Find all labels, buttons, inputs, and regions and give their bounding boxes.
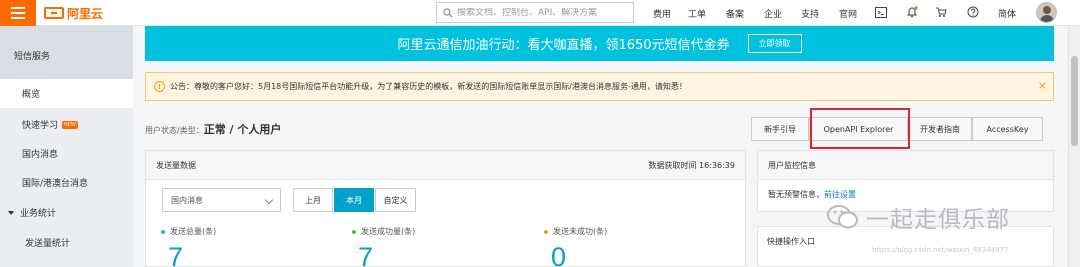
- sidebar-item-label: 国际/港澳台消息: [22, 179, 89, 189]
- bell-icon[interactable]: [905, 5, 919, 19]
- quick-actions-title: 快捷操作入口: [767, 237, 815, 246]
- sidebar-item-overview[interactable]: 概览: [0, 79, 133, 108]
- period-last-month[interactable]: 上月: [293, 188, 333, 212]
- panel-title: 用户监控信息: [768, 160, 816, 170]
- period-this-month[interactable]: 本月: [334, 188, 374, 212]
- user-status: 用户状态/类型：正常 / 个人用户: [145, 121, 281, 137]
- watermark-text: 一起走俱乐部: [866, 207, 1010, 233]
- search-icon: [443, 7, 453, 17]
- top-bar: 阿里云 费用 工单 备案 企业 支持 官网 简体: [0, 0, 1080, 26]
- search-box[interactable]: [436, 2, 634, 23]
- sidebar-item-label: 快速学习: [22, 121, 59, 131]
- sidebar-item-label: 国内消息: [22, 150, 59, 160]
- sidebar-group-statistics[interactable]: 业务统计: [0, 198, 133, 227]
- stat-failed-label: 发送未成功(条): [544, 226, 607, 237]
- dot-icon: [544, 229, 548, 234]
- fetch-time: 数据获取时间 16:36:39: [648, 160, 735, 170]
- terminal-icon[interactable]: [874, 5, 888, 19]
- chevron-down-icon: [264, 195, 274, 205]
- claim-button[interactable]: 立即领取: [747, 34, 802, 53]
- sidebar-title: 短信服务: [0, 26, 133, 79]
- banner-text: 阿里云通信加油行动：看大咖直播，领1650元短信代金券: [397, 38, 730, 53]
- period-custom[interactable]: 自定义: [375, 188, 416, 212]
- sidebar: 短信服务 概览 快速学习 NEW 国内消息 国际/港澳台消息 业务统计 发送量统计: [0, 26, 133, 267]
- select-value: 国内消息: [171, 195, 203, 205]
- search-input[interactable]: [457, 7, 627, 18]
- status-value: 正常 / 个人用户: [203, 123, 282, 136]
- cart-icon[interactable]: [934, 5, 948, 19]
- close-icon[interactable]: ×: [1038, 79, 1047, 92]
- stat-label-text: 发送总量(条): [170, 227, 217, 236]
- monitor-message: 暂无预警信息，: [768, 190, 824, 199]
- tab-developer-guide[interactable]: 开发者指南: [908, 117, 972, 141]
- status-label: 用户状态/类型：: [145, 126, 204, 135]
- logo-text: 阿里云: [67, 6, 104, 21]
- stat-total-value: 7: [168, 242, 184, 267]
- nav-enterprise[interactable]: 企业: [764, 7, 782, 20]
- watermark-url: https://blog.csdn.net/weixin_48344977: [872, 246, 1009, 254]
- monitor-text: 暂无预警信息，前往设置: [768, 189, 856, 200]
- stat-label-text: 发送未成功(条): [553, 227, 608, 236]
- settings-link[interactable]: 前往设置: [824, 190, 856, 199]
- nav-support[interactable]: 支持: [801, 7, 819, 20]
- sidebar-item-domestic[interactable]: 国内消息: [0, 139, 133, 168]
- notice-text: 公告：尊敬的客户您好：5月18号国际短信平台功能升级，为了兼容历史的模板，新发送…: [170, 82, 687, 91]
- sidebar-item-international[interactable]: 国际/港澳台消息: [0, 168, 133, 197]
- sidebar-item-quickstart[interactable]: 快速学习 NEW: [0, 110, 133, 139]
- aliyun-logo[interactable]: 阿里云: [44, 5, 103, 21]
- nav-billing[interactable]: 费用: [653, 7, 671, 20]
- panel-title: 发送量数据: [156, 160, 196, 170]
- stat-failed-value: 0: [551, 242, 567, 267]
- sidebar-item-label: 发送量统计: [25, 239, 71, 249]
- nav-website[interactable]: 官网: [839, 7, 857, 20]
- stat-success-value: 7: [358, 242, 374, 267]
- nav-icp[interactable]: 备案: [726, 7, 744, 20]
- sidebar-group-label: 业务统计: [20, 209, 57, 219]
- stat-success-label: 发送成功量(条): [352, 226, 415, 237]
- stat-total-label: 发送总量(条): [161, 226, 216, 237]
- tab-accesskey[interactable]: AccessKey: [972, 117, 1043, 141]
- tab-beginner-guide[interactable]: 新手引导: [751, 117, 809, 141]
- avatar[interactable]: [1036, 2, 1057, 23]
- promo-banner[interactable]: 阿里云通信加油行动：看大咖直播，领1650元短信代金券 立即领取: [145, 26, 1054, 61]
- watermark: 一起走俱乐部: [826, 200, 1010, 234]
- scrollbar-thumb[interactable]: [1071, 56, 1078, 146]
- sidebar-item-label: 概览: [22, 90, 41, 100]
- scrollbar[interactable]: [1068, 26, 1080, 267]
- sidebar-item-send-stats[interactable]: 发送量统计: [0, 228, 133, 257]
- new-badge: NEW: [62, 120, 78, 129]
- caret-down-icon: [8, 210, 14, 215]
- monitor-panel-header: 用户监控信息: [758, 151, 1053, 180]
- menu-icon[interactable]: [0, 0, 36, 26]
- dot-icon: [161, 229, 165, 234]
- stat-label-text: 发送成功量(条): [361, 227, 416, 236]
- highlight-box: [810, 108, 910, 149]
- help-icon[interactable]: [966, 5, 980, 19]
- message-type-select[interactable]: 国内消息: [162, 188, 281, 212]
- language-switch[interactable]: 简体: [998, 7, 1016, 20]
- notice-bar: ! 公告：尊敬的客户您好：5月18号国际短信平台功能升级，为了兼容历史的模板，新…: [145, 72, 1054, 101]
- send-panel-header: 发送量数据 数据获取时间 16:36:39: [146, 151, 745, 180]
- logo-mark-icon: [44, 7, 64, 19]
- wechat-icon: [827, 205, 858, 229]
- dot-icon: [352, 229, 356, 234]
- info-icon: !: [154, 81, 165, 92]
- nav-ticket[interactable]: 工单: [688, 7, 706, 20]
- app-root: 阿里云 费用 工单 备案 企业 支持 官网 简体 短信服务 概览 快速学习NEW…: [0, 0, 1080, 267]
